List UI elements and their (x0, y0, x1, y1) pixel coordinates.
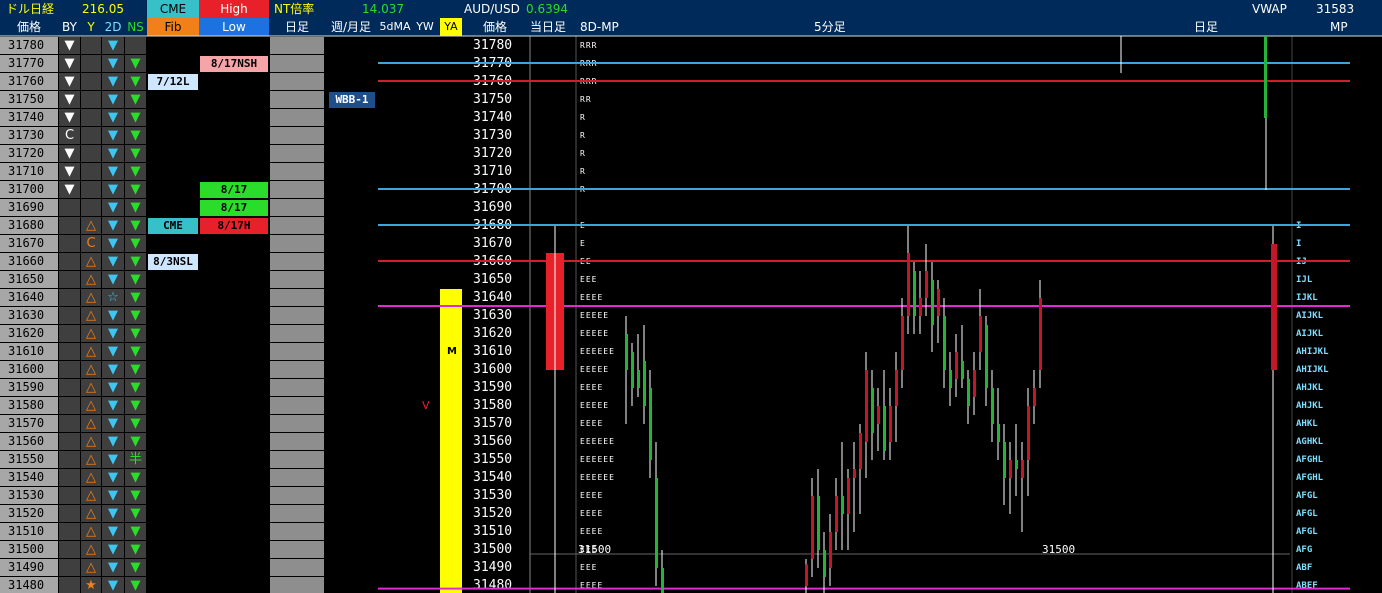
candle-up (865, 370, 868, 442)
candle-up (925, 271, 928, 298)
candle-up (1027, 406, 1030, 460)
candle-up (1009, 460, 1012, 478)
candle-up (955, 352, 958, 379)
fib-tag: 7/12L (148, 74, 198, 90)
candle-up (853, 469, 856, 478)
low-tag: 8/17NSH (200, 56, 268, 72)
candle-down (913, 271, 916, 316)
chart-label-31500-right: 31500 (1042, 543, 1076, 556)
daily-candle-green (1264, 36, 1267, 118)
candle-down (649, 388, 652, 460)
candle-up (811, 496, 814, 559)
candle-down (1015, 460, 1018, 469)
candle-down (871, 388, 874, 433)
candle-up (859, 433, 862, 469)
candle-down (823, 550, 826, 577)
candle-up (829, 532, 832, 568)
candle-down (655, 478, 658, 568)
candle-up (901, 316, 904, 370)
chart-area (0, 35, 1382, 593)
candle-down (841, 496, 844, 514)
candle-down (661, 568, 664, 593)
low-tag: 8/17H (200, 218, 268, 234)
candle-up (877, 406, 880, 424)
candle-down (1003, 442, 1006, 478)
ya-marker: M (447, 346, 457, 357)
candle-down (883, 406, 886, 451)
candle-down (943, 316, 946, 370)
candle-down (817, 496, 820, 550)
low-tag: 8/17 (200, 182, 268, 198)
candle-up (979, 316, 982, 352)
candle-up (1021, 460, 1024, 478)
candle-down (631, 352, 634, 388)
candle-up (805, 564, 808, 586)
candle-up (895, 370, 898, 406)
candle-up (889, 406, 892, 442)
candle-down (967, 379, 970, 406)
weekly-tag: WBB-1 (329, 92, 375, 108)
candle-down (931, 280, 934, 325)
candle-up (847, 478, 850, 514)
candle-down (625, 334, 628, 370)
5dma-marker: V (422, 399, 430, 412)
candle-down (991, 388, 994, 424)
candle-down (961, 361, 964, 379)
candle-down (637, 370, 640, 388)
chart-label-31500-left: 31500 (578, 543, 612, 556)
candle-down (643, 361, 646, 406)
candle-up (1039, 298, 1042, 370)
candle-up (937, 289, 940, 316)
candle-up (907, 253, 910, 316)
candle-down (997, 424, 1000, 442)
low-tag: 8/17 (200, 200, 268, 216)
daily-candle-red (1271, 244, 1277, 370)
candle-up (1033, 388, 1036, 406)
fib-tag: 8/3NSL (148, 254, 198, 270)
candle-up (919, 298, 922, 316)
fib-tag: CME (148, 218, 198, 234)
candle-up (973, 370, 976, 397)
candle-down (949, 370, 952, 388)
candle-down (985, 325, 988, 388)
candle-up (835, 496, 838, 532)
